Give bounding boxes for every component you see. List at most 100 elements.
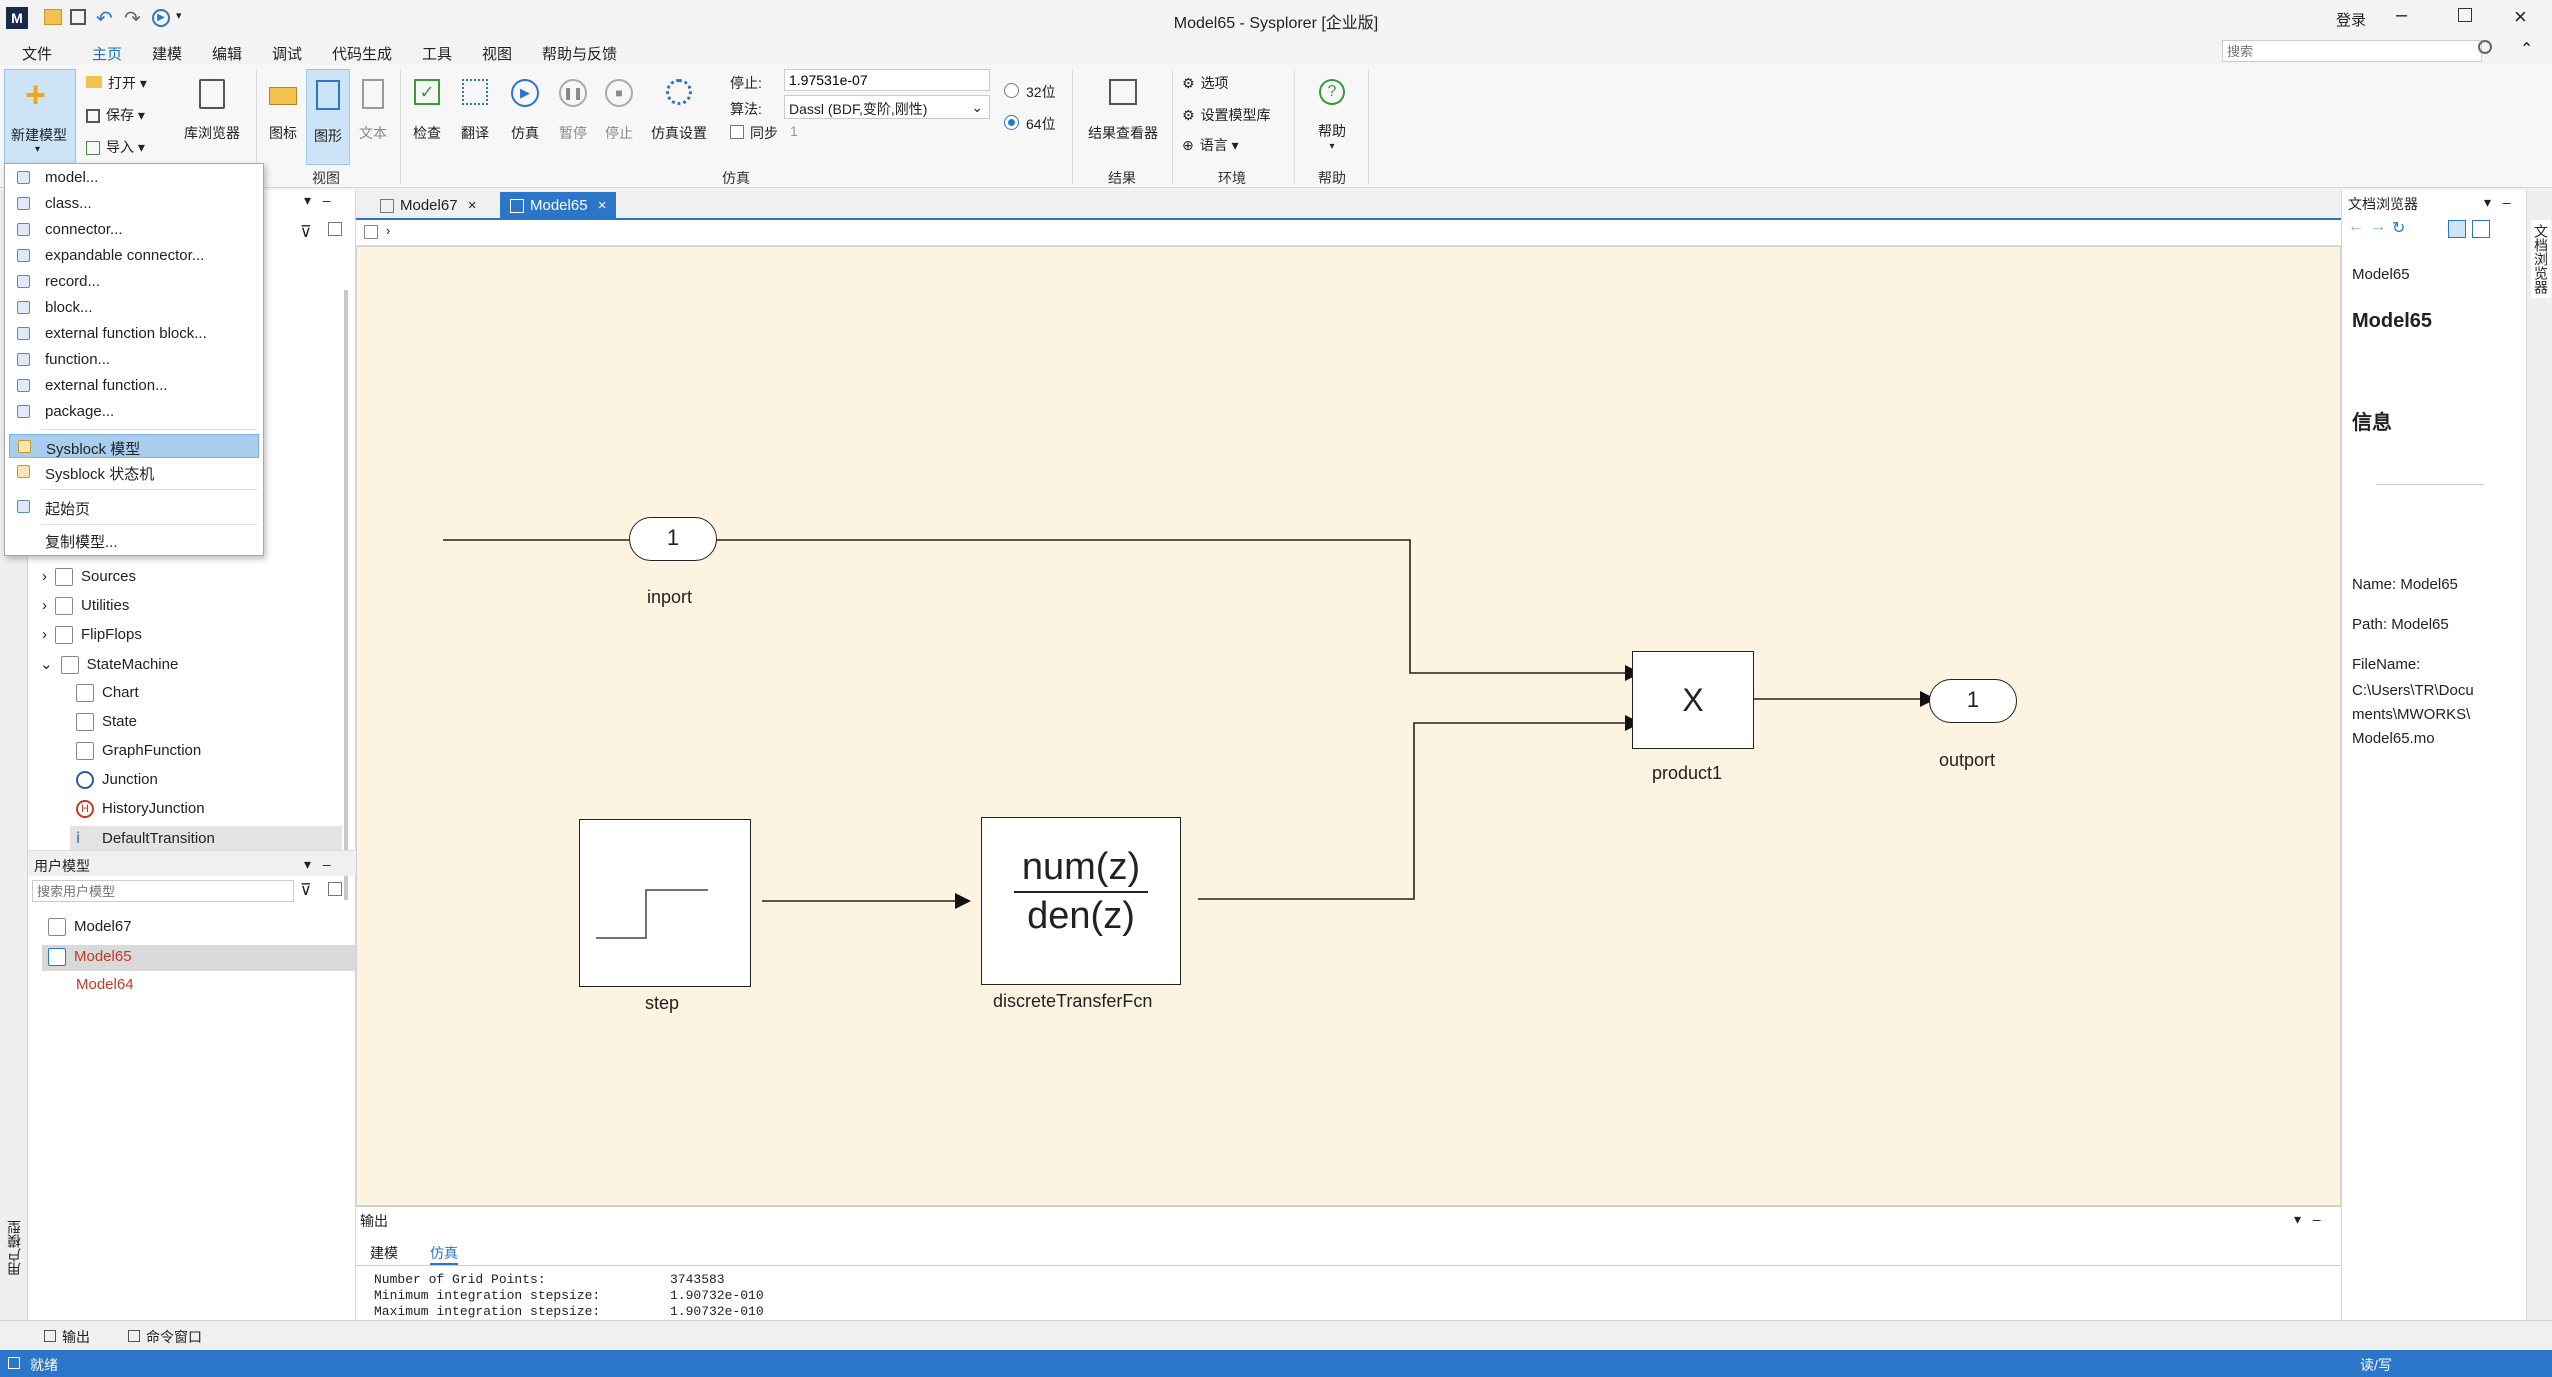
- dropdown-item-package[interactable]: package...: [9, 400, 259, 424]
- user-model-item[interactable]: Model67: [48, 918, 132, 937]
- forward-icon[interactable]: →: [2370, 218, 2386, 236]
- output-tab-simulation[interactable]: 仿真: [430, 1243, 458, 1265]
- simulate-button[interactable]: ▶ 仿真: [502, 79, 548, 143]
- filter-icon[interactable]: ⊽: [300, 222, 312, 242]
- diagram-view-button[interactable]: 图形: [306, 69, 350, 165]
- cmd-window-tab-button[interactable]: 命令窗口: [128, 1327, 202, 1347]
- menu-file[interactable]: 文件: [16, 41, 58, 66]
- output-tab-button[interactable]: 输出: [44, 1327, 90, 1347]
- close-icon[interactable]: ×: [468, 197, 477, 214]
- dropdown-item-model[interactable]: model...: [9, 166, 259, 190]
- save-button[interactable]: 保存 ▾: [86, 105, 145, 125]
- tree-item-utilities[interactable]: › Utilities: [42, 597, 129, 616]
- sim-settings-button[interactable]: 仿真设置: [644, 79, 714, 143]
- dropdown-item-function[interactable]: function...: [9, 348, 259, 372]
- menu-codegen[interactable]: 代码生成: [326, 41, 398, 66]
- panel-controls[interactable]: ▾ –: [304, 192, 330, 209]
- open-button[interactable]: 打开 ▾: [86, 73, 147, 93]
- inport-block[interactable]: 1: [629, 517, 717, 561]
- tree-item-statemachine[interactable]: ⌄ StateMachine: [40, 655, 178, 675]
- search-input[interactable]: [2222, 40, 2482, 62]
- user-model-item[interactable]: Model64: [76, 976, 134, 993]
- back-icon[interactable]: ←: [2348, 218, 2364, 236]
- close-icon[interactable]: ×: [2514, 4, 2527, 30]
- algorithm-select[interactable]: Dassl (BDF,变阶,刚性) ⌄: [784, 95, 990, 119]
- tree-item-state[interactable]: State: [76, 713, 137, 732]
- tree-item-flipflops[interactable]: › FlipFlops: [42, 626, 142, 645]
- results-viewer-button[interactable]: 结果查看器: [1080, 79, 1166, 143]
- tree-item-defaulttransition[interactable]: ⅰ DefaultTransition: [70, 826, 342, 852]
- restore-icon[interactable]: [2458, 8, 2472, 22]
- stop-time-input[interactable]: [784, 69, 990, 91]
- tree-item-chart[interactable]: Chart: [76, 684, 139, 703]
- search-icon[interactable]: [2478, 40, 2492, 54]
- expand-ribbon-icon[interactable]: ⌃: [2520, 39, 2533, 59]
- transfer-fcn-block[interactable]: num(z) den(z): [981, 817, 1181, 985]
- sync-checkbox[interactable]: [730, 125, 744, 139]
- minimize-icon[interactable]: –: [2396, 4, 2407, 27]
- login-link[interactable]: 登录: [2336, 9, 2366, 30]
- menu-home[interactable]: 主页: [86, 41, 129, 68]
- radio-64bit[interactable]: [1004, 115, 1019, 130]
- dropdown-item-expandable-connector[interactable]: expandable connector...: [9, 244, 259, 268]
- import-button[interactable]: 导入 ▾: [86, 137, 145, 157]
- menu-debug[interactable]: 调试: [266, 41, 308, 66]
- panel-controls[interactable]: ▾ –: [2484, 194, 2510, 211]
- translate-button[interactable]: 翻译: [452, 79, 498, 143]
- dropdown-item-record[interactable]: record...: [9, 270, 259, 294]
- dropdown-item-start-page[interactable]: 起始页: [9, 495, 259, 519]
- dropdown-item-sysblock-statemachine[interactable]: Sysblock 状态机: [9, 460, 259, 484]
- collapse-icon[interactable]: [328, 882, 342, 896]
- edit-doc-icon[interactable]: [2472, 220, 2490, 238]
- user-models-search-input[interactable]: [32, 880, 294, 902]
- dropdown-item-connector[interactable]: connector...: [9, 218, 259, 242]
- pause-button[interactable]: ❚❚ 暂停: [550, 79, 596, 143]
- text-view-button[interactable]: 文本: [352, 79, 394, 143]
- tree-item-graphfunction[interactable]: GraphFunction: [76, 742, 201, 761]
- filter-icon[interactable]: ⊽: [300, 880, 312, 900]
- tab-model67[interactable]: Model67 ×: [370, 192, 486, 220]
- chevron-right-icon[interactable]: ›: [386, 223, 390, 238]
- radio-32bit[interactable]: [1004, 83, 1019, 98]
- tab-model65[interactable]: Model65 ×: [500, 192, 617, 220]
- model-nav-icon[interactable]: [364, 225, 378, 239]
- new-model-button[interactable]: + 新建模型 ▾: [4, 69, 76, 165]
- output-tab-modeling[interactable]: 建模: [370, 1243, 398, 1263]
- tree-item-historyjunction[interactable]: H HistoryJunction: [76, 800, 205, 819]
- dropdown-item-sysblock-model[interactable]: Sysblock 模型: [9, 434, 259, 458]
- language-button[interactable]: ⊕ 语言 ▾: [1182, 135, 1239, 155]
- collapse-icon[interactable]: [328, 222, 342, 236]
- lib-browser-button[interactable]: 库浏览器: [176, 79, 248, 143]
- refresh-icon[interactable]: ↻: [2392, 218, 2405, 238]
- help-button[interactable]: ? 帮助 ▾: [1302, 79, 1362, 152]
- view-doc-icon[interactable]: [2448, 220, 2466, 238]
- dropdown-item-class[interactable]: class...: [9, 192, 259, 216]
- stop-button[interactable]: ■ 停止: [596, 79, 642, 143]
- tree-item-sources[interactable]: › Sources: [42, 568, 136, 587]
- diagram-canvas[interactable]: 1 inport X product1 1 outport step num(z…: [356, 246, 2341, 1206]
- panel-controls[interactable]: ▾ –: [304, 856, 330, 873]
- product-block[interactable]: X: [1632, 651, 1754, 749]
- dropdown-item-external-function[interactable]: external function...: [9, 374, 259, 398]
- menu-view[interactable]: 视图: [476, 41, 518, 66]
- user-model-item-selected[interactable]: Model65: [42, 945, 356, 971]
- menu-edit[interactable]: 编辑: [206, 41, 248, 66]
- icon-view-button[interactable]: 图标: [262, 79, 304, 143]
- dropdown-item-copy-model[interactable]: 复制模型...: [9, 528, 259, 552]
- tree-scrollbar[interactable]: [344, 290, 348, 900]
- step-block[interactable]: [579, 819, 751, 987]
- set-lib-button[interactable]: ⚙ 设置模型库: [1182, 105, 1271, 125]
- doc-browser-vertical-tab[interactable]: 文档浏览器: [2531, 220, 2551, 298]
- panel-controls[interactable]: ▾ –: [2294, 1211, 2320, 1228]
- close-icon[interactable]: ×: [598, 197, 607, 214]
- outport-block[interactable]: 1: [1929, 679, 2017, 723]
- check-button[interactable]: ✓ 检查: [404, 79, 450, 143]
- user-models-vertical-tab[interactable]: 用户模型: [4, 1220, 24, 1276]
- options-button[interactable]: ⚙ 选项: [1182, 73, 1229, 93]
- dropdown-item-external-function-block[interactable]: external function block...: [9, 322, 259, 346]
- menu-modeling[interactable]: 建模: [146, 41, 188, 66]
- menu-tools[interactable]: 工具: [416, 41, 458, 66]
- tree-item-junction[interactable]: Junction: [76, 771, 158, 790]
- menu-help[interactable]: 帮助与反馈: [536, 41, 623, 66]
- dropdown-item-block[interactable]: block...: [9, 296, 259, 320]
